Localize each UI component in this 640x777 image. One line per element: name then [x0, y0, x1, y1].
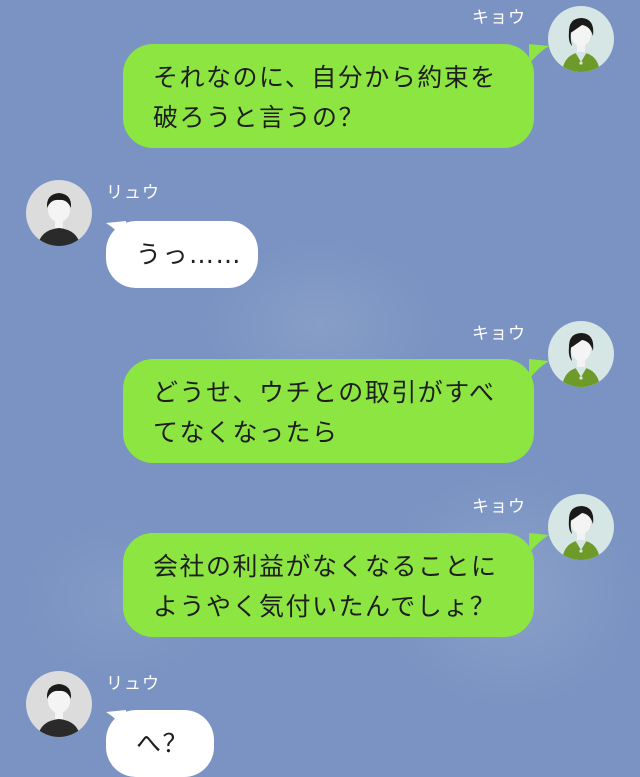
message-text-line: どうせ、ウチとの取引がすべ	[153, 378, 496, 407]
sender-name: リュウ	[106, 674, 160, 694]
sender-name: キョウ	[472, 8, 526, 28]
bubble-tail	[529, 533, 551, 555]
sender-name: キョウ	[472, 497, 526, 517]
message-text-line: へ？	[136, 729, 190, 758]
avatar-kyou-icon[interactable]	[548, 6, 614, 72]
message-text-line: うっ……	[136, 240, 243, 269]
message-bubble[interactable]: どうせ、ウチとの取引がすべ てなくなったら	[123, 359, 534, 463]
avatar-kyou-icon[interactable]	[548, 321, 614, 387]
sender-name: キョウ	[472, 324, 526, 344]
bubble-tail	[529, 359, 551, 381]
sender-name: リュウ	[106, 183, 160, 203]
message-text-line: ようやく気付いたんでしょ？	[153, 592, 497, 621]
message-bubble[interactable]: へ？	[106, 710, 214, 777]
avatar-ryuu-icon[interactable]	[26, 671, 92, 737]
message-bubble[interactable]: それなのに、自分から約束を 破ろうと言うの？	[123, 44, 534, 148]
message-bubble[interactable]: 会社の利益がなくなることに ようやく気付いたんでしょ？	[123, 533, 534, 637]
bubble-tail	[529, 44, 551, 66]
message-bubble[interactable]: うっ……	[106, 221, 258, 288]
message-text-line: 会社の利益がなくなることに	[153, 552, 498, 581]
message-text-line: てなくなったら	[153, 418, 339, 447]
message-text-line: 破ろうと言うの？	[153, 103, 366, 132]
message-text-line: それなのに、自分から約束を	[153, 63, 497, 92]
avatar-ryuu-icon[interactable]	[26, 180, 92, 246]
avatar-kyou-icon[interactable]	[548, 494, 614, 560]
